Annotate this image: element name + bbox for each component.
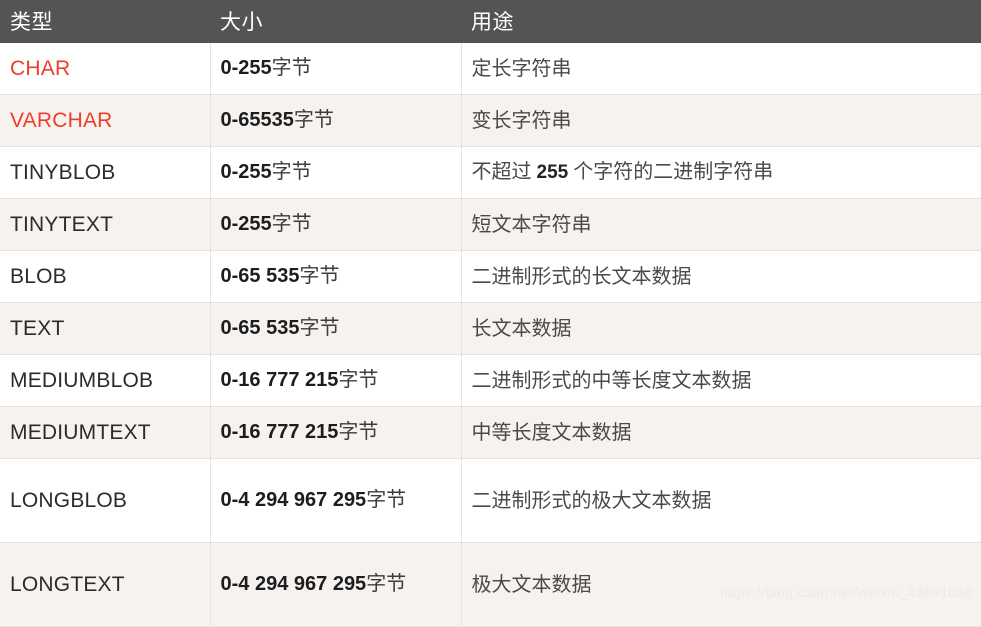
cell-data-type: BLOB: [0, 250, 211, 303]
usage-prefix: 不超过: [471, 161, 537, 184]
cell-usage: 二进制形式的长文本数据: [461, 250, 981, 303]
cell-usage: 中等长度文本数据: [461, 406, 981, 459]
cell-data-type: TINYTEXT: [0, 198, 211, 251]
usage-number: 255: [536, 162, 569, 184]
size-unit: 字节: [271, 161, 312, 183]
table-row: TINYTEXT 0-255字节 短文本字符串: [0, 198, 981, 251]
cell-usage: 二进制形式的中等长度文本数据: [461, 354, 981, 407]
column-header-size: 大小: [220, 10, 263, 34]
cell-size: 0-65535字节: [210, 94, 462, 147]
cell-size: 0-4 294 967 295字节: [210, 542, 462, 627]
cell-data-type: TEXT: [0, 302, 211, 355]
cell-data-type: LONGTEXT: [0, 542, 211, 627]
cell-data-type: LONGBLOB: [0, 458, 211, 543]
size-unit: 字节: [271, 213, 312, 235]
size-value: 0-65535: [220, 109, 294, 131]
size-value: 0-65 535: [220, 265, 300, 287]
size-value: 0-65 535: [220, 317, 300, 339]
size-unit: 字节: [299, 317, 340, 339]
cell-data-type: MEDIUMTEXT: [0, 406, 211, 459]
size-value: 0-16 777 215: [220, 421, 339, 443]
table-row: LONGBLOB 0-4 294 967 295字节 二进制形式的极大文本数据: [0, 458, 981, 543]
size-unit: 字节: [366, 573, 407, 595]
size-value: 0-4 294 967 295: [220, 573, 367, 595]
cell-size: 0-255字节: [210, 198, 462, 251]
size-unit: 字节: [271, 57, 312, 79]
size-value: 0-255: [220, 161, 272, 183]
table-row: TINYBLOB 0-255字节 不超过 255 个字符的二进制字符串: [0, 146, 981, 199]
column-header-usage: 用途: [471, 10, 514, 34]
cell-data-type: CHAR: [0, 43, 211, 95]
cell-size: 0-16 777 215字节: [210, 354, 462, 407]
table-row: MEDIUMTEXT 0-16 777 215字节 中等长度文本数据: [0, 406, 981, 459]
table-row: MEDIUMBLOB 0-16 777 215字节 二进制形式的中等长度文本数据: [0, 354, 981, 407]
table-row: VARCHAR 0-65535字节 变长字符串: [0, 94, 981, 147]
cell-usage: 极大文本数据: [461, 542, 981, 627]
size-unit: 字节: [299, 265, 340, 287]
size-value: 0-255: [220, 213, 272, 235]
cell-size: 0-4 294 967 295字节: [210, 458, 462, 543]
cell-usage: 长文本数据: [461, 302, 981, 355]
cell-size: 0-255字节: [210, 43, 462, 95]
data-types-table: 类型 大小 用途 CHAR 0-255字节 定长字符串 VARCHAR 0-65535字…: [0, 0, 981, 627]
cell-data-type: MEDIUMBLOB: [0, 354, 211, 407]
cell-size: 0-65 535字节: [210, 302, 462, 355]
table-body: CHAR 0-255字节 定长字符串 VARCHAR 0-65535字节 变长字符串 TIN…: [0, 43, 981, 627]
cell-data-type: TINYBLOB: [0, 146, 211, 199]
usage-suffix: 个字符的二进制字符串: [568, 161, 774, 184]
size-unit: 字节: [338, 369, 379, 391]
table-header-row: 类型 大小 用途: [0, 0, 981, 43]
cell-usage: 变长字符串: [461, 94, 981, 147]
cell-usage: 短文本字符串: [461, 198, 981, 251]
table-row: BLOB 0-65 535字节 二进制形式的长文本数据: [0, 250, 981, 303]
cell-data-type: VARCHAR: [0, 94, 211, 147]
size-unit: 字节: [366, 489, 407, 511]
table-row: LONGTEXT 0-4 294 967 295字节 极大文本数据: [0, 542, 981, 627]
size-unit: 字节: [293, 109, 334, 131]
cell-size: 0-255字节: [210, 146, 462, 199]
size-unit: 字节: [338, 421, 379, 443]
table-header: 类型 大小 用途: [0, 0, 981, 43]
cell-usage: 二进制形式的极大文本数据: [461, 458, 981, 543]
table-row: TEXT 0-65 535字节 长文本数据: [0, 302, 981, 355]
table-container: 类型 大小 用途 CHAR 0-255字节 定长字符串 VARCHAR 0-65535字…: [0, 0, 981, 627]
size-value: 0-16 777 215: [220, 369, 339, 391]
cell-usage: 不超过 255 个字符的二进制字符串: [461, 146, 981, 199]
column-header-type: 类型: [10, 10, 53, 34]
cell-usage: 定长字符串: [461, 43, 981, 95]
size-value: 0-255: [220, 57, 272, 79]
table-row: CHAR 0-255字节 定长字符串: [0, 43, 981, 95]
size-value: 0-4 294 967 295: [220, 489, 367, 511]
cell-size: 0-65 535字节: [210, 250, 462, 303]
cell-size: 0-16 777 215字节: [210, 406, 462, 459]
